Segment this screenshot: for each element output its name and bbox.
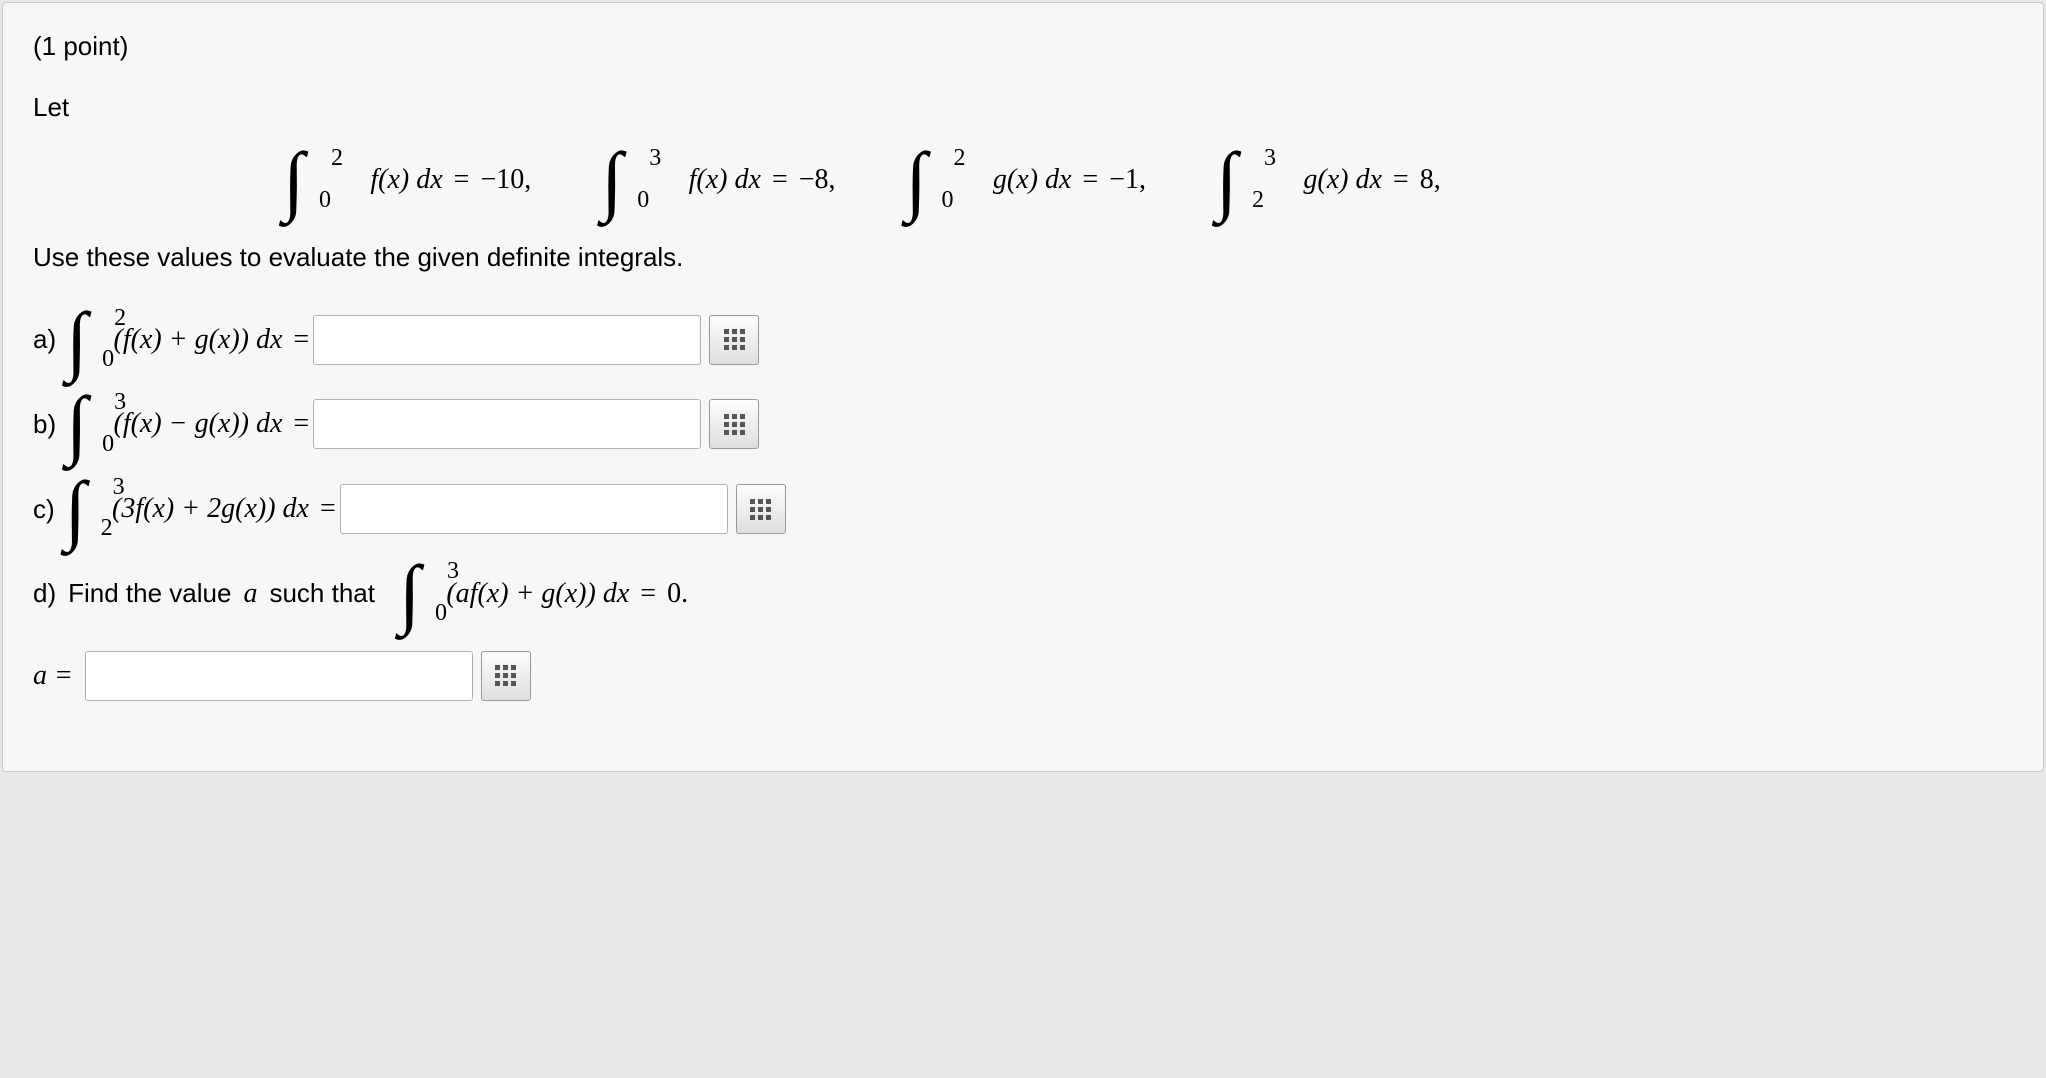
part-d-answer-label: a = [33, 660, 73, 692]
part-a-integral: ∫ 2 0 [66, 313, 87, 368]
keypad-icon [750, 499, 771, 520]
integral-icon: ∫ [906, 153, 927, 208]
part-a-integrand: (f(x) + g(x)) dx = [114, 324, 314, 356]
keypad-icon [724, 414, 745, 435]
part-d-answer-row: a = [33, 651, 2013, 701]
upper-limit: 2 [331, 145, 343, 172]
upper-limit: 3 [649, 145, 661, 172]
keypad-button-d[interactable] [481, 651, 531, 701]
part-d-var: a [243, 578, 257, 610]
part-d-text-after: such that [269, 578, 375, 609]
keypad-icon [495, 665, 516, 686]
upper-limit: 3 [1264, 145, 1276, 172]
integral-icon: ∫ [66, 313, 87, 368]
keypad-button-b[interactable] [709, 399, 759, 449]
integral-icon: ∫ [66, 397, 87, 452]
keypad-icon [724, 329, 745, 350]
upper-limit: 2 [114, 305, 126, 332]
integrand-4: g(x) dx = 8, [1303, 164, 1440, 196]
part-a-input[interactable] [313, 315, 701, 365]
upper-limit: 2 [954, 145, 966, 172]
integral-icon: ∫ [399, 566, 420, 621]
part-d-integrand: (af(x) + g(x)) dx = 0. [446, 578, 688, 610]
lower-limit: 0 [435, 600, 447, 627]
problem-panel: (1 point) Let ∫ 2 0 f(x) dx = −10, ∫ 3 0… [2, 2, 2044, 772]
integral-icon: ∫ [1216, 153, 1237, 208]
part-b-integrand: (f(x) − g(x)) dx = [114, 408, 314, 440]
part-d-label: d) [33, 578, 56, 609]
part-b-row: b) ∫ 3 0 (f(x) − g(x)) dx = [33, 397, 2013, 452]
instruction-text: Use these values to evaluate the given d… [33, 242, 2013, 273]
points-label: (1 point) [33, 31, 2013, 62]
keypad-button-c[interactable] [736, 484, 786, 534]
integral-icon: ∫ [65, 482, 86, 537]
lower-limit: 0 [637, 187, 649, 214]
part-a-label: a) [33, 324, 56, 355]
part-b-input[interactable] [313, 399, 701, 449]
part-d-text-before: Find the value [68, 578, 231, 609]
integral-icon: ∫ [601, 153, 622, 208]
part-d-integral: ∫ 3 0 [399, 566, 420, 621]
part-c-row: c) ∫ 3 2 (3f(x) + 2g(x)) dx = [33, 482, 2013, 537]
given-integral-4: ∫ 3 2 [1216, 153, 1237, 208]
part-c-integral: ∫ 3 2 [65, 482, 86, 537]
intro-text: Let [33, 92, 2013, 123]
integrand-1: f(x) dx = −10, [370, 164, 531, 196]
part-c-label: c) [33, 494, 55, 525]
upper-limit: 3 [447, 558, 459, 585]
keypad-button-a[interactable] [709, 315, 759, 365]
lower-limit: 2 [101, 515, 113, 542]
part-c-input[interactable] [340, 484, 728, 534]
integrand-3: g(x) dx = −1, [993, 164, 1146, 196]
part-b-integral: ∫ 3 0 [66, 397, 87, 452]
given-integrals: ∫ 2 0 f(x) dx = −10, ∫ 3 0 f(x) dx = −8,… [283, 153, 2013, 208]
given-integral-1: ∫ 2 0 [283, 153, 304, 208]
lower-limit: 0 [102, 431, 114, 458]
given-integral-2: ∫ 3 0 [601, 153, 622, 208]
part-b-label: b) [33, 409, 56, 440]
lower-limit: 0 [319, 187, 331, 214]
integrand-2: f(x) dx = −8, [689, 164, 836, 196]
lower-limit: 2 [1252, 187, 1264, 214]
part-c-integrand: (3f(x) + 2g(x)) dx = [112, 493, 340, 525]
lower-limit: 0 [942, 187, 954, 214]
lower-limit: 0 [102, 346, 114, 373]
upper-limit: 3 [114, 389, 126, 416]
upper-limit: 3 [113, 474, 125, 501]
part-d-input[interactable] [85, 651, 473, 701]
part-d-row: d) Find the value a such that ∫ 3 0 (af(… [33, 566, 2013, 621]
given-integral-3: ∫ 2 0 [906, 153, 927, 208]
integral-icon: ∫ [283, 153, 304, 208]
part-a-row: a) ∫ 2 0 (f(x) + g(x)) dx = [33, 313, 2013, 368]
